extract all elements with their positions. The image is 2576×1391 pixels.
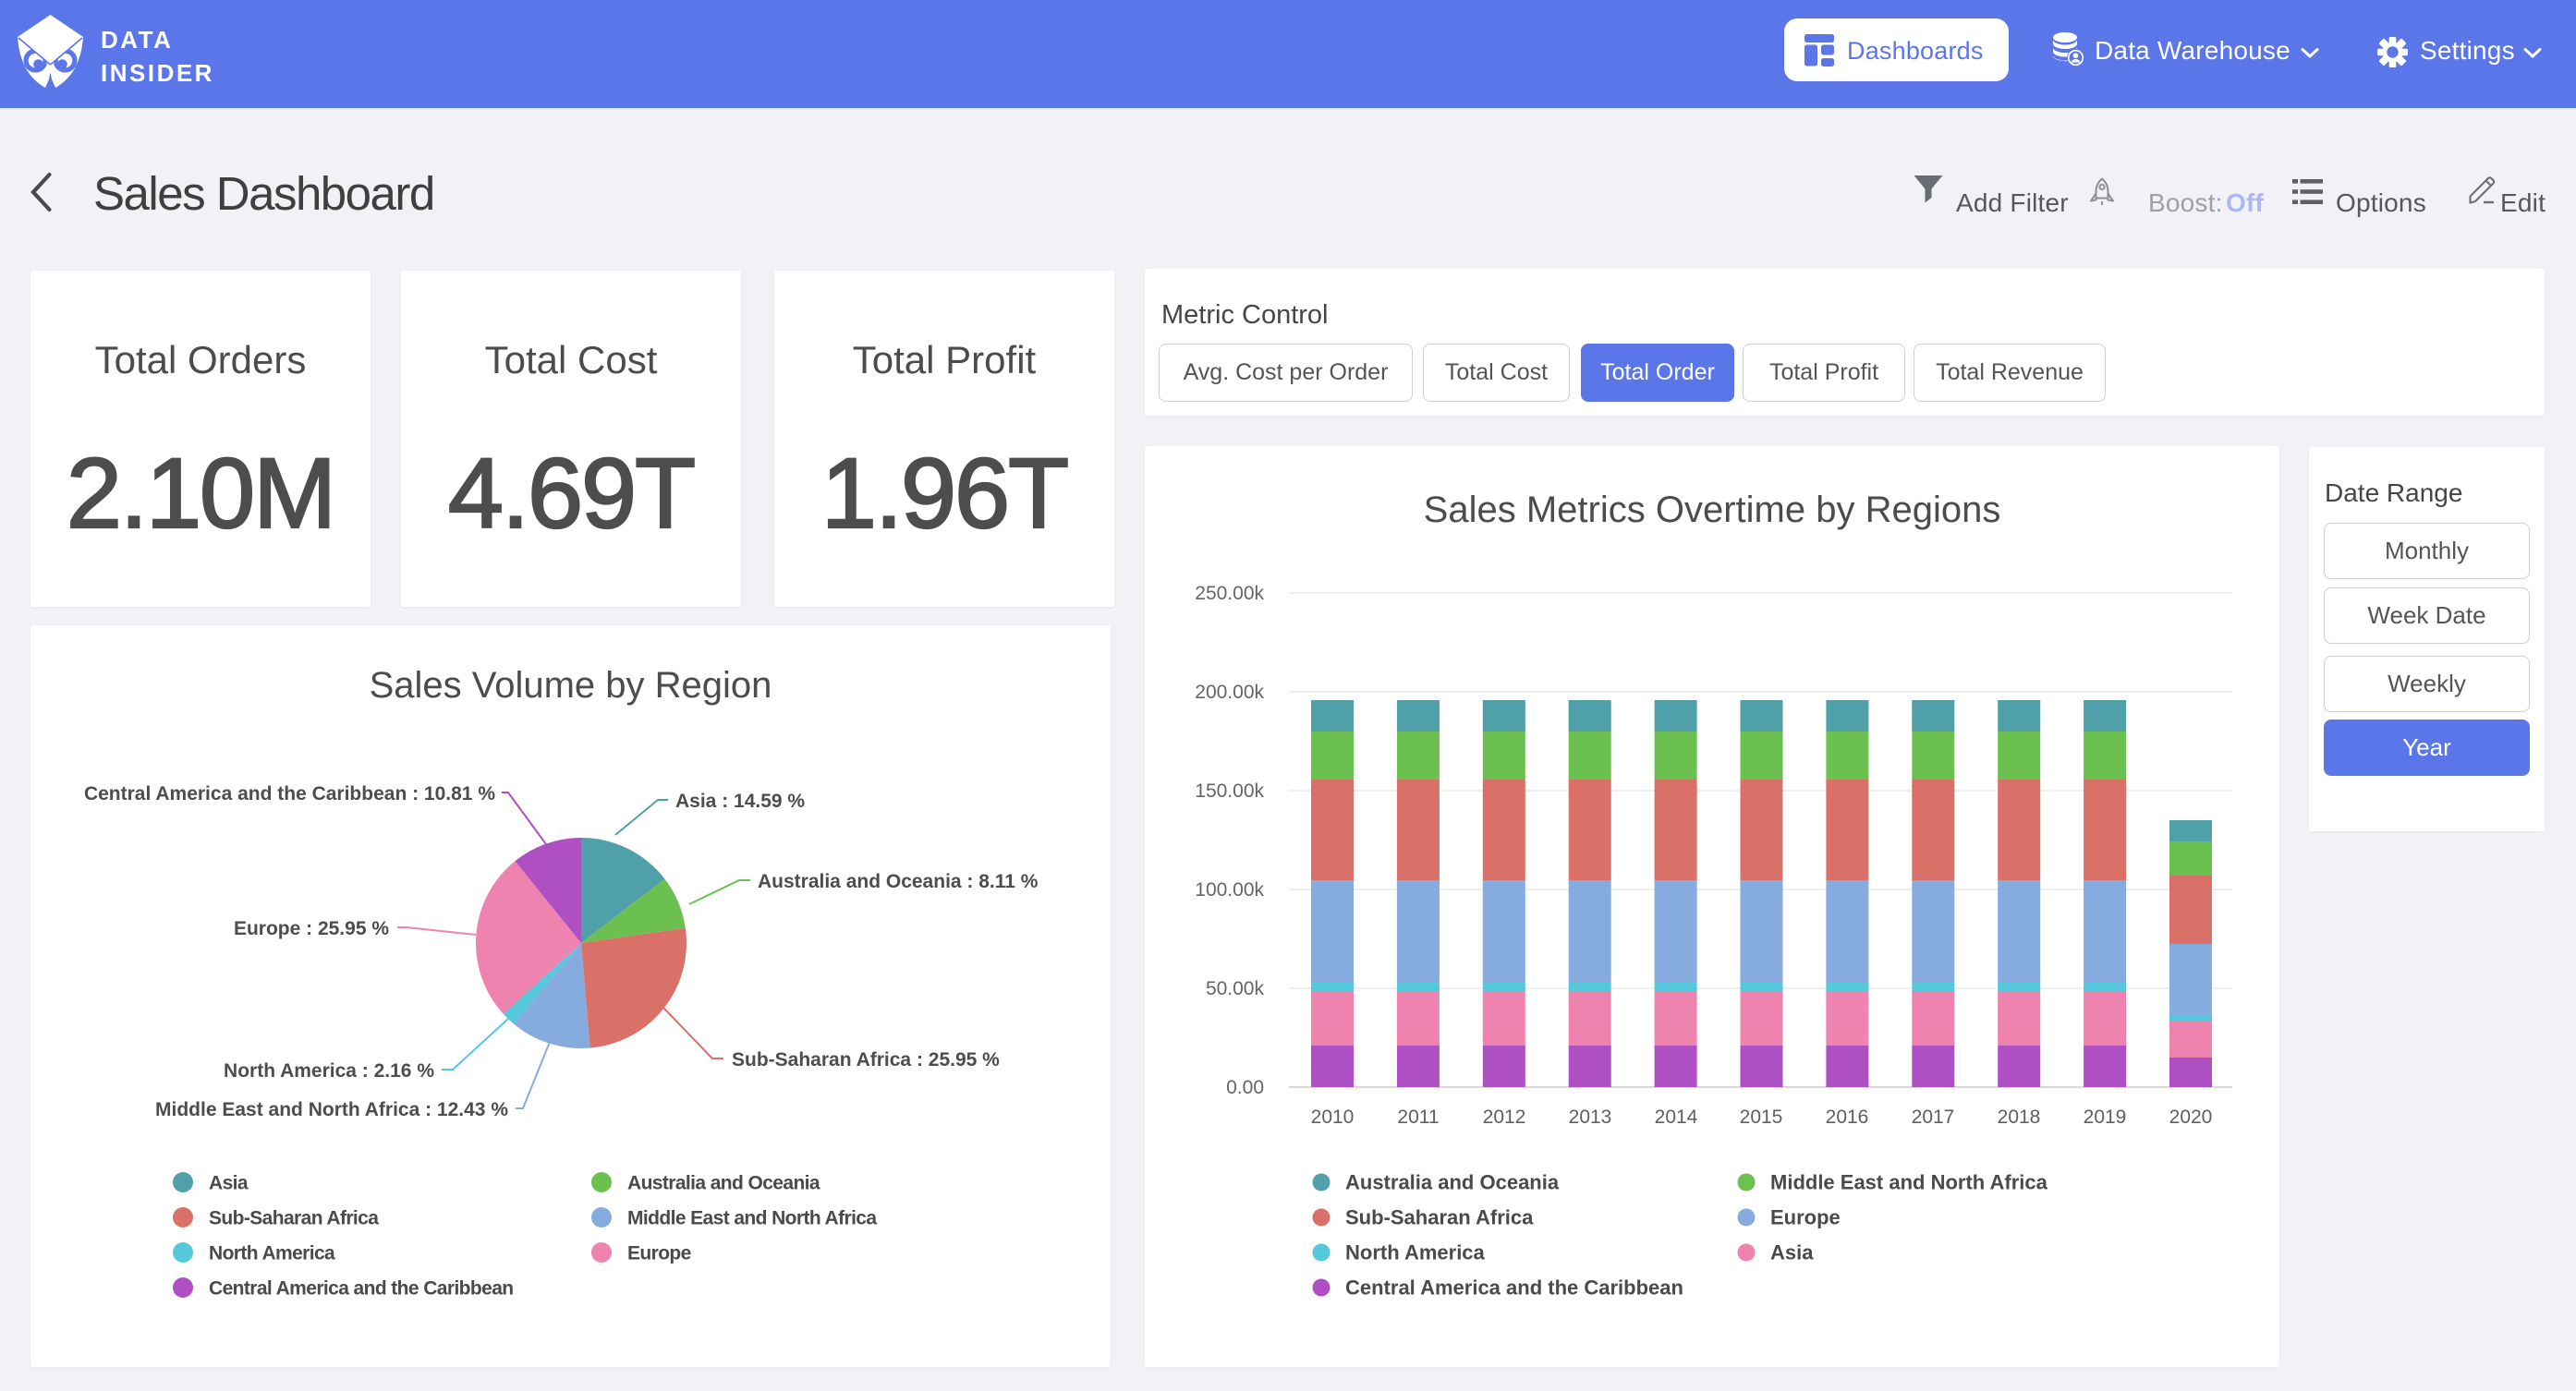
svg-text:200.00k: 200.00k: [1195, 682, 1264, 703]
svg-text:100.00k: 100.00k: [1195, 879, 1264, 901]
svg-text:2020: 2020: [2169, 1107, 2213, 1128]
svg-text:2014: 2014: [1655, 1107, 1698, 1128]
svg-text:2013: 2013: [1569, 1107, 1612, 1128]
svg-text:Sub-Saharan Africa: Sub-Saharan Africa: [1345, 1206, 1534, 1229]
svg-text:2018: 2018: [1998, 1107, 2041, 1128]
svg-text:Central America and the Caribb: Central America and the Caribbean: [1345, 1276, 1683, 1300]
svg-text:2019: 2019: [2084, 1107, 2127, 1128]
svg-text:2017: 2017: [1912, 1107, 1955, 1128]
svg-text:250.00k: 250.00k: [1195, 583, 1264, 604]
svg-text:0.00: 0.00: [1226, 1077, 1264, 1098]
svg-text:Middle East and North Africa: Middle East and North Africa: [1770, 1171, 2048, 1194]
svg-text:Europe: Europe: [1770, 1206, 1841, 1229]
svg-text:2012: 2012: [1483, 1107, 1526, 1128]
svg-text:50.00k: 50.00k: [1206, 978, 1265, 999]
svg-text:2010: 2010: [1311, 1107, 1355, 1128]
svg-text:2016: 2016: [1826, 1107, 1869, 1128]
svg-text:150.00k: 150.00k: [1195, 780, 1264, 802]
svg-text:Australia and Oceania: Australia and Oceania: [1345, 1171, 1560, 1194]
svg-text:2011: 2011: [1397, 1107, 1439, 1128]
svg-text:North America: North America: [1345, 1241, 1486, 1264]
svg-text:Asia: Asia: [1770, 1241, 1814, 1264]
svg-text:2015: 2015: [1740, 1107, 1783, 1128]
